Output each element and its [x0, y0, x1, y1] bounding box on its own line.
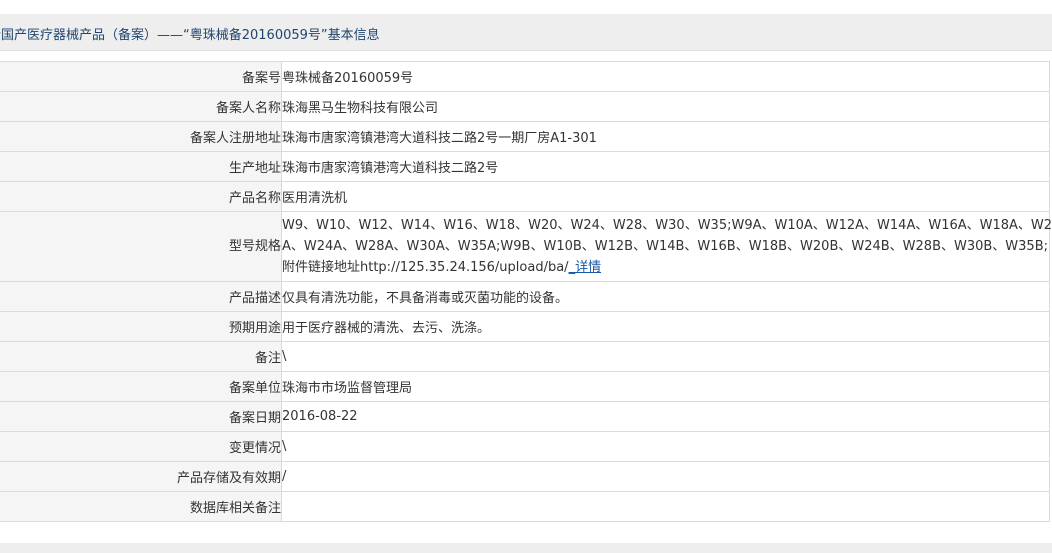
- table-row: 产品名称 医用清洗机: [0, 181, 1050, 212]
- table-row: 产品描述 仅具有清洗功能，不具备消毒或灭菌功能的设备。: [0, 281, 1050, 312]
- table-row: 生产地址 珠海市唐家湾镇港湾大道科技二路2号: [0, 151, 1050, 182]
- table-row: 数据库相关备注: [0, 491, 1050, 522]
- row-label: 变更情况: [0, 431, 282, 462]
- model-spec-line: W9、W10、W12、W14、W16、W18、W20、W24、W28、W30、W…: [282, 218, 1052, 233]
- attachment-line: 附件链接地址http://125.35.24.156/upload/ba/_详情: [282, 257, 1049, 278]
- model-spec-line: A、W24A、W28A、W30A、W35A;W9B、W10B、W12B、W14B…: [282, 239, 1052, 254]
- row-label: 预期用途: [0, 311, 282, 342]
- row-label: 生产地址: [0, 151, 282, 182]
- row-value: 医用清洗机: [281, 181, 1050, 212]
- table-row: 备案号 粤珠械备20160059号: [0, 61, 1050, 92]
- table-row: 型号规格 W9、W10、W12、W14、W16、W18、W20、W24、W28、…: [0, 211, 1052, 282]
- row-label: 备案人注册地址: [0, 121, 282, 152]
- row-value: 仅具有清洗功能，不具备消毒或灭菌功能的设备。: [281, 281, 1050, 312]
- row-value: 2016-08-22: [281, 401, 1050, 432]
- info-table: 备案号 粤珠械备20160059号 备案人名称 珠海黑马生物科技有限公司 备案人…: [0, 61, 1052, 522]
- row-value: 珠海黑马生物科技有限公司: [281, 91, 1050, 122]
- table-row: 备案人注册地址 珠海市唐家湾镇港湾大道科技二路2号一期厂房A1-301: [0, 121, 1050, 152]
- row-value: 珠海市唐家湾镇港湾大道科技二路2号: [281, 151, 1050, 182]
- row-label: 产品描述: [0, 281, 282, 312]
- row-value: 粤珠械备20160059号: [281, 61, 1050, 92]
- bottom-spacer: [0, 543, 1052, 553]
- row-label: 备注: [0, 341, 282, 372]
- table-row: 预期用途 用于医疗器械的清洗、去污、洗涤。: [0, 311, 1050, 342]
- attachment-url-text: 附件链接地址http://125.35.24.156/upload/ba/: [282, 260, 569, 275]
- row-label: 型号规格: [0, 211, 282, 282]
- top-spacer: [0, 0, 1052, 14]
- row-value: \: [281, 341, 1050, 372]
- table-row: 备案单位 珠海市市场监督管理局: [0, 371, 1050, 402]
- page-title: 全国产医疗器械产品（备案）——“粤珠械备20160059号”基本信息: [0, 28, 380, 43]
- row-value: 用于医疗器械的清洗、去污、洗涤。: [281, 311, 1050, 342]
- table-row: 备案人名称 珠海黑马生物科技有限公司: [0, 91, 1050, 122]
- row-value: 珠海市市场监督管理局: [281, 371, 1050, 402]
- row-label: 备案日期: [0, 401, 282, 432]
- row-label: 产品存储及有效期: [0, 461, 282, 492]
- row-label: 数据库相关备注: [0, 491, 282, 522]
- table-row: 备案日期 2016-08-22: [0, 401, 1050, 432]
- table-row: 产品存储及有效期 /: [0, 461, 1050, 492]
- row-label: 备案人名称: [0, 91, 282, 122]
- details-link[interactable]: _详情: [569, 260, 602, 275]
- row-value: W9、W10、W12、W14、W16、W18、W20、W24、W28、W30、W…: [281, 211, 1052, 282]
- row-value: /: [281, 461, 1050, 492]
- row-label: 备案号: [0, 61, 282, 92]
- row-value: [281, 491, 1050, 522]
- row-value: \: [281, 431, 1050, 462]
- table-row: 备注 \: [0, 341, 1050, 372]
- table-row: 变更情况 \: [0, 431, 1050, 462]
- title-bar: 全国产医疗器械产品（备案）——“粤珠械备20160059号”基本信息: [0, 14, 1052, 51]
- row-value: 珠海市唐家湾镇港湾大道科技二路2号一期厂房A1-301: [281, 121, 1050, 152]
- row-label: 备案单位: [0, 371, 282, 402]
- row-label: 产品名称: [0, 181, 282, 212]
